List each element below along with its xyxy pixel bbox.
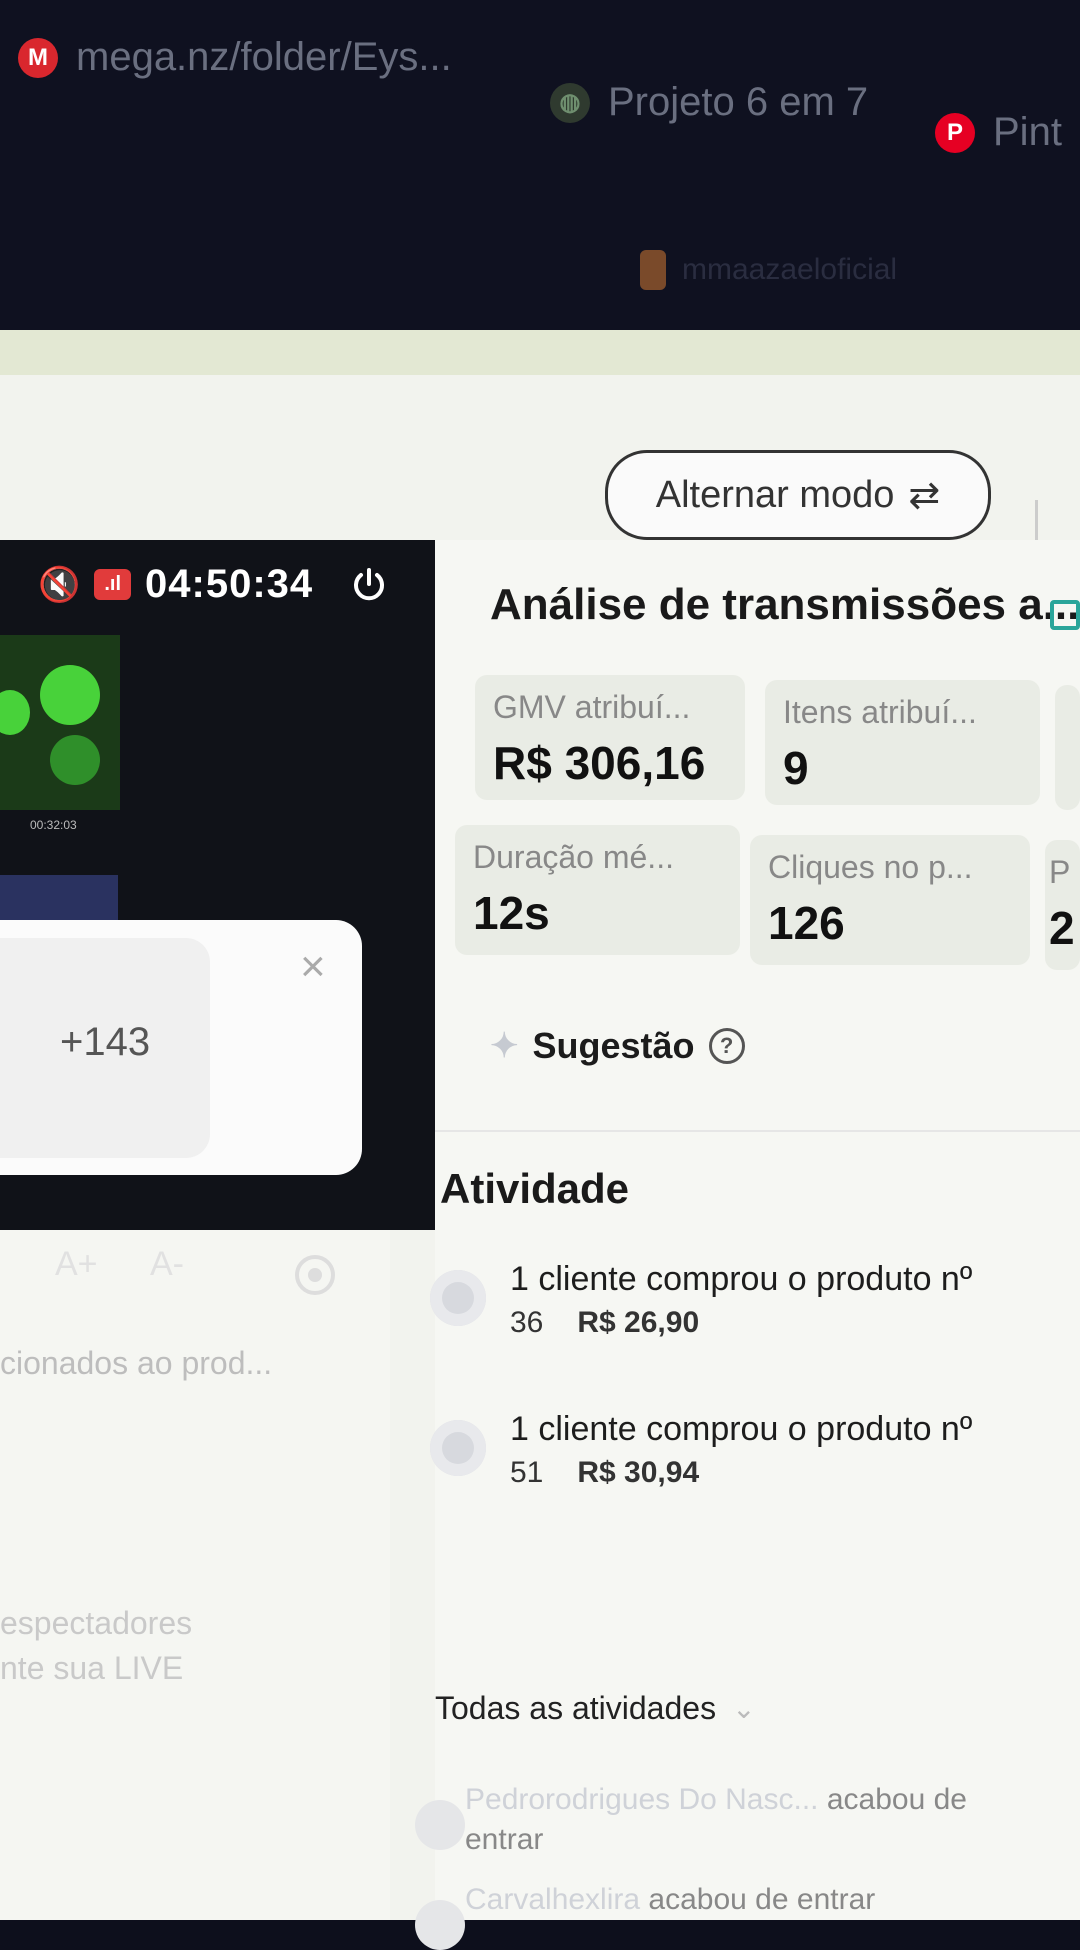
product-price: R$ 26,90 [577,1306,700,1339]
bookmark-label: Pint [993,110,1062,154]
viewer-name: Carvalhexlira [465,1883,641,1916]
page-top-strip [0,330,1080,375]
popup-count: +143 [60,1020,151,1064]
activity-detail: 51 R$ 30,94 [510,1456,699,1490]
metric-card-partial [1055,685,1080,810]
live-status-bar: 🔇 .ıl 04:50:34 [38,562,313,607]
activity-detail: 36 R$ 26,90 [510,1306,699,1340]
power-icon[interactable] [350,566,388,604]
stream-thumbnail[interactable] [0,635,120,810]
activity-item[interactable]: 1 cliente comprou o produto nº 51 R$ 30,9… [430,1410,1080,1530]
preview-bar [0,875,118,925]
chevron-down-icon: ⌄ [732,1693,756,1724]
all-activities-label: Todas as atividades [435,1690,717,1726]
swap-arrows-icon: ⇄ [908,474,941,517]
activity-text: 1 cliente comprou o produto nº [510,1260,973,1298]
signal-icon: .ıl [94,569,132,600]
metric-card[interactable]: Cliques no p... 126 [750,835,1030,965]
sparkle-icon: ✦ [490,1027,519,1065]
live-dashboard: Alternar modo ⇄ 🔇 .ıl 04:50:34 00:32:03 … [0,330,1080,1950]
bookmark-projeto[interactable]: ◍ Projeto 6 em 7 [550,80,868,125]
edit-icon[interactable] [1050,600,1080,630]
metric-label: Itens atribuí... [783,694,977,730]
avatar [415,1900,465,1950]
metric-label: P [1049,854,1071,890]
metric-value: R$ 306,16 [493,737,706,789]
font-increase-button[interactable]: A+ [55,1245,98,1284]
metric-card-partial[interactable]: P 2 [1045,840,1080,970]
activity-item[interactable]: 1 cliente comprou o produto nº 36 R$ 26,9… [430,1260,1080,1380]
join-text: Carvalhexlira acabou de entrar [465,1880,1045,1920]
product-text: cionados ao prod... [0,1345,273,1381]
viewers-subtext: nte sua LIVE [0,1650,184,1686]
suggestion-row[interactable]: ✦ Sugestão ? [490,1025,745,1067]
panel-title: Análise de transmissões a... [490,580,1080,629]
join-action: acabou de entrar [648,1883,876,1916]
metric-label: GMV atribuí... [493,689,691,725]
viewers-popup: × +143 [0,920,362,1175]
avatar [430,1270,486,1326]
analytics-panel: Análise de transmissões a... GMV atribuí… [415,540,1080,1950]
divider [435,1130,1080,1132]
toggle-mode-button[interactable]: Alternar modo ⇄ [605,450,991,540]
live-timer: 04:50:34 [145,562,314,606]
metric-card[interactable]: GMV atribuí... R$ 306,16 [475,675,745,800]
avatar [415,1800,465,1850]
viewers-text: espectadores [0,1605,193,1641]
bookmark-mega[interactable]: M mega.nz/folder/Eys... [18,35,452,80]
avatar [430,1420,486,1476]
join-text: Pedrorodrigues Do Nasc... acabou de entr… [465,1780,1045,1860]
profile-name: mmaazaeloficial [682,253,898,286]
viewer-name: Pedrorodrigues Do Nasc... [465,1783,819,1816]
metric-card[interactable]: Itens atribuí... 9 [765,680,1040,805]
metric-label: Duração mé... [473,839,674,875]
product-number: 51 [510,1456,544,1489]
product-number: 36 [510,1306,544,1339]
profile-avatar [640,250,666,290]
bookmark-label: mega.nz/folder/Eys... [76,35,452,79]
product-price: R$ 30,94 [577,1456,700,1489]
target-icon[interactable] [295,1255,335,1295]
all-activities-dropdown[interactable]: Todas as atividades ⌄ [435,1690,756,1727]
thumbnail-time: 00:32:03 [30,818,77,832]
globe-icon: ◍ [550,82,590,123]
metric-value: 126 [768,897,845,949]
suggestion-label: Sugestão [532,1025,695,1066]
mute-icon[interactable]: 🔇 [38,565,80,605]
bookmarks-bar: M mega.nz/folder/Eys... ◍ Projeto 6 em 7… [0,0,1080,330]
activity-text: 1 cliente comprou o produto nº [510,1410,973,1448]
metric-label: Cliques no p... [768,849,973,885]
metric-value: 9 [783,742,809,794]
metric-card[interactable]: Duração mé... 12s [455,825,740,955]
bookmark-label: Projeto 6 em 7 [608,80,869,124]
bookmark-pinterest[interactable]: P Pint [935,110,1062,155]
profile-strip[interactable]: mmaazaeloficial [640,250,897,290]
toggle-mode-label: Alternar modo [655,473,895,516]
metric-value: 2 [1049,902,1075,954]
close-icon[interactable]: × [300,942,326,992]
mega-icon: M [18,37,58,78]
pinterest-icon: P [935,112,975,153]
metric-value: 12s [473,887,550,939]
help-icon[interactable]: ? [708,1028,745,1064]
font-decrease-button[interactable]: A- [150,1245,184,1284]
left-panel [0,1230,390,1920]
activity-title: Atividade [440,1165,630,1212]
